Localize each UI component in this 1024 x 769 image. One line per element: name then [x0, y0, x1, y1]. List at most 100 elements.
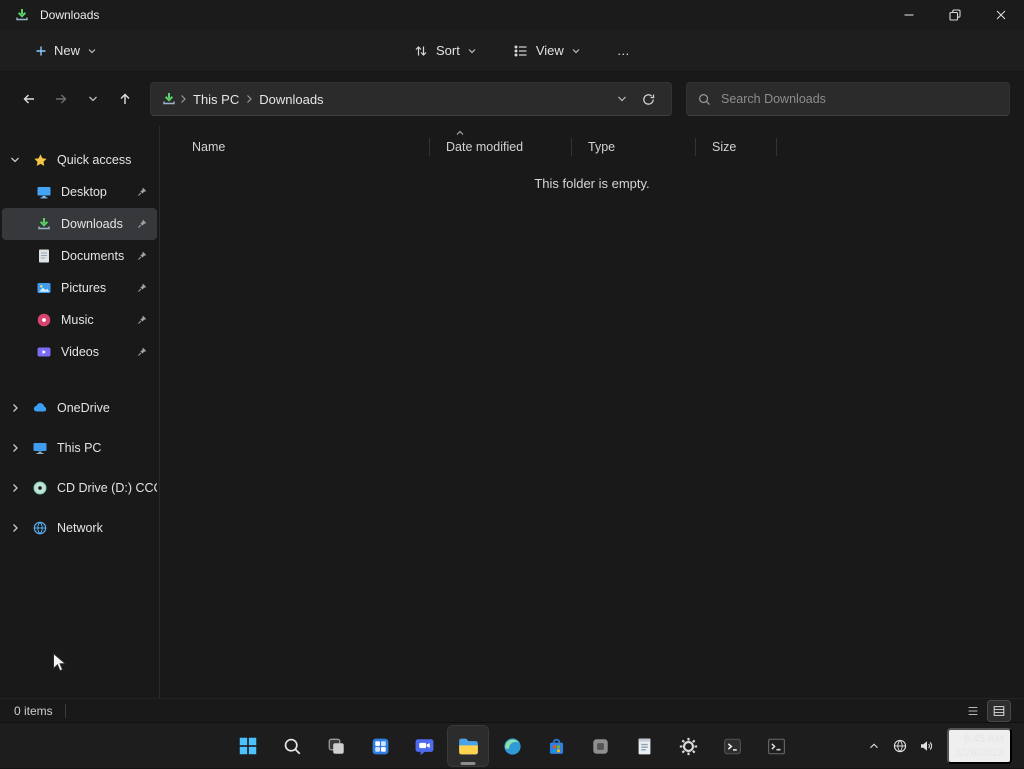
pinned-app-button[interactable] — [580, 726, 620, 766]
sidebar-item-label: Quick access — [57, 153, 132, 167]
breadcrumb-this-pc[interactable]: This PC — [189, 90, 243, 109]
window-title: Downloads — [40, 8, 100, 22]
recent-locations-button[interactable] — [78, 84, 108, 114]
search-icon — [282, 736, 303, 757]
address-dropdown-button[interactable] — [609, 86, 635, 112]
task-view-button[interactable] — [316, 726, 356, 766]
refresh-button[interactable] — [635, 86, 661, 112]
plus-icon — [35, 45, 47, 57]
empty-folder-message: This folder is empty. — [534, 176, 650, 191]
minimize-button[interactable] — [886, 0, 932, 30]
column-label: Name — [192, 140, 226, 154]
command-prompt-button[interactable] — [756, 726, 796, 766]
navigation-pane: Quick access Desktop Downloads Documents… — [0, 126, 160, 698]
list-view-icon — [513, 43, 529, 59]
chevron-down-icon[interactable] — [2, 154, 28, 166]
taskbar-search-button[interactable] — [272, 726, 312, 766]
command-prompt-icon — [766, 736, 787, 757]
view-button-label: View — [535, 43, 564, 58]
chevron-up-icon — [867, 739, 881, 753]
sidebar-item-music[interactable]: Music — [2, 304, 157, 336]
sidebar-item-onedrive[interactable]: OneDrive — [2, 392, 157, 424]
sidebar-item-documents[interactable]: Documents — [2, 240, 157, 272]
column-header-name[interactable]: Name — [176, 134, 430, 160]
column-header-size[interactable]: Size — [696, 134, 777, 160]
taskbar-clock[interactable]: 8:45 AM 1/26/2022 — [947, 728, 1012, 764]
sidebar-item-quick-access[interactable]: Quick access — [2, 144, 157, 176]
close-button[interactable] — [978, 0, 1024, 30]
store-button[interactable] — [536, 726, 576, 766]
column-label: Size — [712, 140, 737, 154]
status-divider — [64, 703, 66, 718]
sidebar-item-label: Desktop — [61, 185, 107, 199]
sidebar-item-desktop[interactable]: Desktop — [2, 176, 157, 208]
chevron-down-icon — [87, 46, 97, 56]
chevron-right-icon[interactable] — [2, 402, 28, 414]
search-input[interactable] — [721, 92, 999, 106]
details-layout-button[interactable] — [987, 699, 1011, 722]
view-button[interactable]: View — [502, 36, 592, 66]
file-explorer-button[interactable] — [447, 725, 489, 767]
sort-button[interactable]: Sort — [402, 36, 488, 66]
file-explorer-window: Downloads New Sort View … This PC Downlo… — [0, 0, 1024, 768]
column-label: Date modified — [446, 140, 524, 154]
downloads-folder-icon — [14, 7, 30, 23]
sidebar-item-network[interactable]: Network — [2, 512, 157, 544]
network-globe-icon — [28, 520, 52, 536]
sort-arrows-icon — [413, 43, 429, 59]
sidebar-item-label: Videos — [61, 345, 99, 359]
forward-button[interactable] — [46, 84, 76, 114]
navigation-bar: This PC Downloads — [0, 72, 1024, 126]
search-box — [686, 82, 1010, 116]
sidebar-item-cd-drive[interactable]: CD Drive (D:) CCCO — [2, 472, 157, 504]
sidebar-item-pictures[interactable]: Pictures — [2, 272, 157, 304]
task-view-icon — [326, 736, 347, 757]
network-tray-button[interactable] — [887, 731, 913, 761]
volume-tray-button[interactable] — [913, 731, 939, 761]
breadcrumb-downloads[interactable]: Downloads — [255, 90, 327, 109]
sidebar-item-videos[interactable]: Videos — [2, 336, 157, 368]
this-pc-icon — [28, 440, 52, 456]
chevron-right-icon[interactable] — [2, 482, 28, 494]
command-bar: New Sort View … — [0, 30, 1024, 72]
sidebar-item-label: Downloads — [61, 217, 123, 231]
widgets-button[interactable] — [360, 726, 400, 766]
sidebar-item-label: Music — [61, 313, 94, 327]
restore-button[interactable] — [932, 0, 978, 30]
column-header-date-modified[interactable]: Date modified — [430, 130, 572, 160]
edge-button[interactable] — [492, 726, 532, 766]
notepad-icon — [634, 736, 655, 757]
address-bar[interactable]: This PC Downloads — [150, 82, 672, 116]
sidebar-item-downloads[interactable]: Downloads — [2, 208, 157, 240]
sidebar-item-label: This PC — [57, 441, 102, 455]
desktop-icon — [32, 184, 56, 200]
column-headers: Name Date modified Type Size — [176, 130, 777, 160]
start-button[interactable] — [228, 726, 268, 766]
chevron-right-icon[interactable] — [2, 442, 28, 454]
speaker-icon — [918, 738, 934, 754]
chat-icon — [414, 736, 435, 757]
widgets-icon — [370, 736, 391, 757]
pin-icon — [136, 186, 148, 198]
sidebar-item-label: Pictures — [61, 281, 107, 295]
see-more-button[interactable]: … — [606, 36, 641, 65]
column-header-type[interactable]: Type — [572, 134, 696, 160]
hidden-icons-button[interactable] — [861, 731, 887, 761]
taskbar-icons — [228, 725, 796, 767]
sidebar-item-label: Documents — [61, 249, 125, 263]
pin-icon — [136, 282, 148, 294]
quick-access-star-icon — [28, 153, 52, 168]
new-button[interactable]: New — [24, 36, 108, 65]
settings-button[interactable] — [668, 726, 708, 766]
chat-button[interactable] — [404, 726, 444, 766]
sidebar-item-label: OneDrive — [57, 401, 110, 415]
terminal-button[interactable] — [712, 726, 752, 766]
up-button[interactable] — [110, 84, 140, 114]
file-list-pane: Name Date modified Type Size This folder… — [160, 126, 1024, 698]
list-layout-button[interactable] — [962, 701, 984, 721]
notepad-button[interactable] — [624, 726, 664, 766]
chevron-right-icon[interactable] — [2, 522, 28, 534]
sidebar-item-this-pc[interactable]: This PC — [2, 432, 157, 464]
breadcrumb-separator-icon — [177, 93, 189, 105]
back-button[interactable] — [14, 84, 44, 114]
